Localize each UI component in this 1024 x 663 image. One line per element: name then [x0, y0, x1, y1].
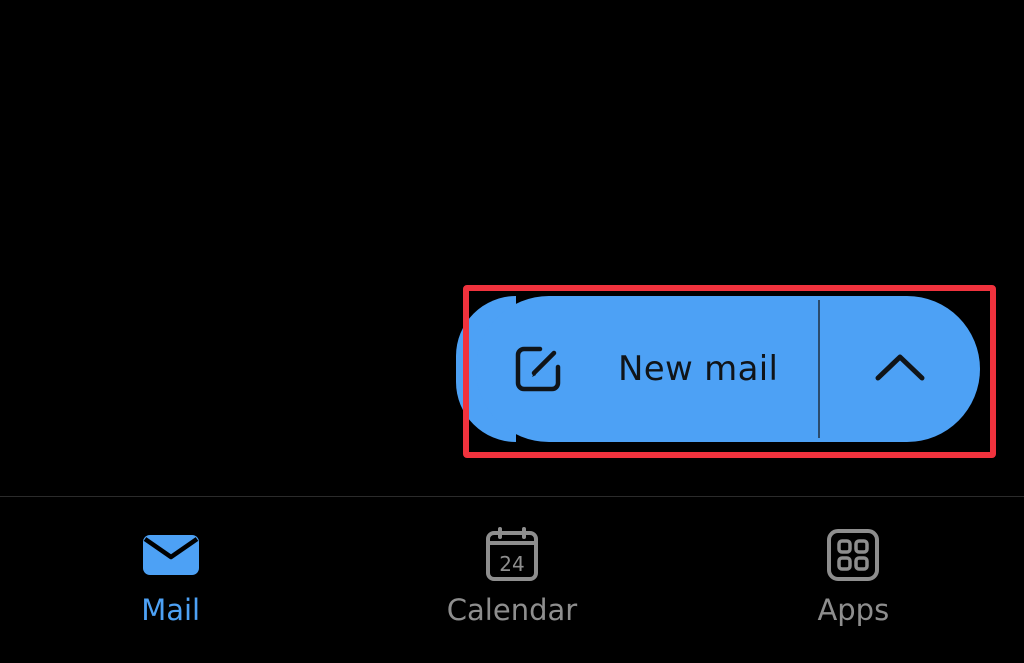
nav-item-apps[interactable]: Apps [683, 497, 1024, 663]
calendar-day-number: 24 [499, 552, 524, 576]
new-mail-label: New mail [618, 349, 779, 389]
compose-icon [510, 341, 566, 397]
fab-divider [818, 300, 820, 438]
nav-label-apps: Apps [817, 593, 890, 627]
new-mail-fab: New mail [476, 296, 980, 442]
bottom-navigation: Mail 24 Calendar Apps [0, 497, 1024, 663]
nav-item-mail[interactable]: Mail [0, 497, 341, 663]
nav-label-calendar: Calendar [446, 593, 578, 627]
new-mail-button[interactable]: New mail [476, 296, 818, 442]
nav-label-mail: Mail [141, 593, 201, 627]
calendar-icon: 24 [482, 527, 542, 583]
apps-grid-icon [823, 527, 883, 583]
mail-icon [141, 527, 201, 583]
nav-item-calendar[interactable]: 24 Calendar [341, 497, 682, 663]
chevron-up-icon [874, 352, 926, 386]
expand-compose-options-button[interactable] [820, 296, 980, 442]
app-screen: New mail Mail 24 Calendar Apps [0, 0, 1024, 663]
